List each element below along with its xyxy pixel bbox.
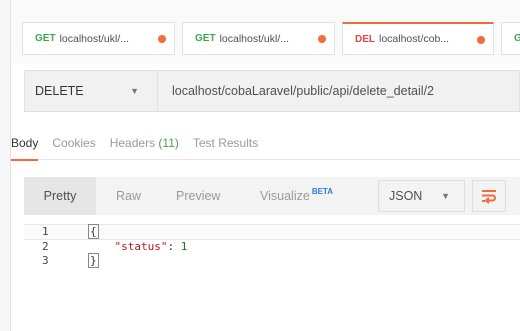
code-line: 2 "status": 1 <box>24 240 520 254</box>
open-brace: { <box>88 224 99 239</box>
chevron-down-icon: ▼ <box>441 191 450 201</box>
tab-method: GET <box>195 33 216 44</box>
unsaved-dot-icon <box>158 35 166 43</box>
code-text: { <box>88 224 99 239</box>
line-number: 1 <box>42 225 49 238</box>
tab-method: G <box>514 33 520 44</box>
request-tab-3[interactable]: DEL localhost/cob... <box>342 22 494 55</box>
headers-count-badge: (11) <box>158 136 179 150</box>
view-raw-button[interactable]: Raw <box>116 177 141 215</box>
left-sidebar-edge <box>0 0 11 331</box>
wrap-lines-button[interactable] <box>472 180 506 212</box>
view-mode-toolbar: Pretty Raw Preview Visualize BETA JSON ▼ <box>24 177 520 215</box>
json-key: "status" <box>114 240 168 253</box>
unsaved-dot-icon <box>477 36 485 44</box>
visualize-label: Visualize <box>260 189 310 203</box>
tab-url: localhost/ukl/... <box>59 32 130 45</box>
tab-headers[interactable]: Headers (11) <box>110 130 179 160</box>
tab-cookies[interactable]: Cookies <box>52 130 95 160</box>
tab-method: GET <box>35 33 56 44</box>
beta-badge: BETA <box>311 186 333 196</box>
close-brace: } <box>88 253 99 268</box>
code-text: } <box>88 253 99 268</box>
line-number: 3 <box>42 254 49 267</box>
code-line: 1 { <box>24 224 520 240</box>
code-line: 3 } <box>24 253 520 268</box>
request-tab-strip: GET localhost/ukl/... GET localhost/ukl/… <box>11 0 520 64</box>
format-value: JSON <box>389 189 423 203</box>
request-tab-4[interactable]: G <box>501 22 520 55</box>
request-url-value: localhost/cobaLaravel/public/api/delete_… <box>172 84 434 98</box>
tab-url: localhost/cob... <box>379 33 450 45</box>
response-body-code[interactable]: 1 { 2 "status": 1 3 } <box>24 224 520 268</box>
http-method-select[interactable]: DELETE ▼ <box>24 70 158 112</box>
json-value: 1 <box>180 240 188 253</box>
http-method-value: DELETE <box>35 84 84 98</box>
json-separator: : <box>167 240 181 253</box>
wrap-lines-icon <box>482 190 496 204</box>
view-preview-button[interactable]: Preview <box>176 177 220 215</box>
view-visualize-button[interactable]: Visualize BETA <box>260 177 333 215</box>
tab-method: DEL <box>355 33 375 45</box>
line-number: 2 <box>42 240 49 253</box>
chevron-down-icon: ▼ <box>130 86 139 96</box>
request-url-input[interactable]: localhost/cobaLaravel/public/api/delete_… <box>158 70 520 112</box>
format-select[interactable]: JSON ▼ <box>378 180 465 212</box>
response-tabs: Body Cookies Headers (11) Test Results <box>11 130 520 161</box>
tab-headers-label: Headers <box>109 136 156 150</box>
code-text: "status": 1 <box>88 240 188 254</box>
request-tab-2[interactable]: GET localhost/ukl/... <box>182 22 335 55</box>
tab-test-results[interactable]: Test Results <box>193 130 258 160</box>
request-tab-1[interactable]: GET localhost/ukl/... <box>22 22 175 55</box>
tab-body[interactable]: Body <box>11 130 39 161</box>
unsaved-dot-icon <box>318 35 326 43</box>
view-pretty-button[interactable]: Pretty <box>24 177 96 215</box>
tab-url: localhost/ukl/... <box>219 32 290 45</box>
